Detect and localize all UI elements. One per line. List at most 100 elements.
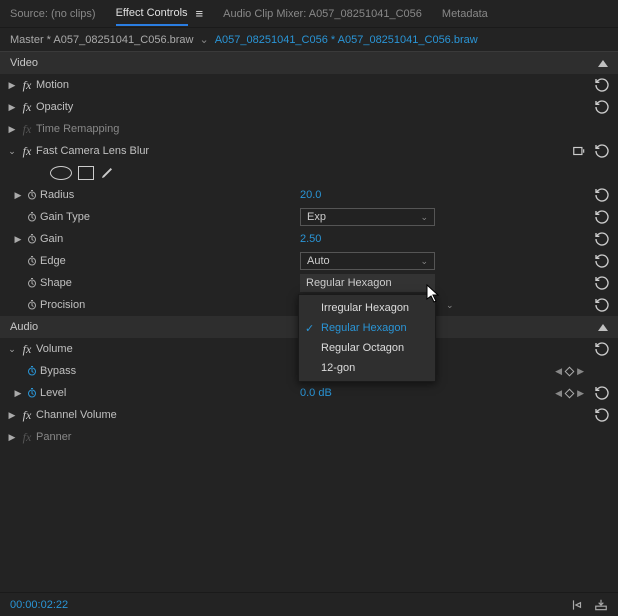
param-value[interactable]: 2.50 [300,233,321,245]
sequence-clip-label[interactable]: A057_08251041_C056 * A057_08251041_C056.… [215,34,478,46]
reset-button[interactable] [594,140,610,162]
reset-button[interactable] [594,74,610,96]
effect-fclb-row[interactable]: ⌄ fx Fast Camera Lens Blur [0,140,618,162]
effect-opacity-row[interactable]: ▶ fx Opacity [0,96,618,118]
expand-caret[interactable]: ▶ [6,431,18,443]
pin-icon[interactable] [572,144,586,158]
param-label: Level [40,387,66,399]
reset-button[interactable] [594,228,610,250]
next-keyframe-icon[interactable]: ▶ [577,366,584,377]
stopwatch-active-icon[interactable] [24,385,40,401]
reset-button[interactable] [594,250,610,272]
param-radius-row[interactable]: ▶ Radius 20.0 [0,184,618,206]
next-keyframe-icon[interactable]: ▶ [577,388,584,399]
master-clip-label[interactable]: Master * A057_08251041_C056.braw [10,34,193,46]
effect-channel-volume-row[interactable]: ▶ fx Channel Volume [0,404,618,426]
expand-caret[interactable]: ▶ [12,189,24,201]
stopwatch-icon[interactable] [24,275,40,291]
param-level-row[interactable]: ▶ Level 0.0 dB ◀ ▶ [0,382,618,404]
param-shape-row[interactable]: Shape Regular Hexagon [0,272,618,294]
fx-badge-off[interactable]: fx [18,430,36,445]
stopwatch-icon[interactable] [24,297,40,313]
collapse-caret[interactable]: ⌄ [6,343,18,355]
tab-effect-controls[interactable]: Effect Controls [116,7,188,26]
effect-label: Opacity [36,101,73,113]
collapse-up-icon[interactable] [598,60,608,67]
menu-item-label: Regular Octagon [321,342,404,354]
param-label: Shape [40,277,72,289]
reset-button[interactable] [594,184,610,206]
prev-keyframe-icon[interactable]: ◀ [555,366,562,377]
menu-item-label: Regular Hexagon [321,322,407,334]
expand-caret[interactable]: ▶ [12,233,24,245]
keyframe-nav[interactable]: ◀ ▶ [555,382,584,404]
menu-item-regular-hexagon[interactable]: ✓ Regular Hexagon [299,318,435,338]
param-gain-type-row[interactable]: Gain Type Exp ⌄ [0,206,618,228]
chevron-down-icon[interactable]: ⌄ [199,33,208,46]
reset-button[interactable] [594,206,610,228]
effect-motion-row[interactable]: ▶ fx Motion [0,74,618,96]
prev-keyframe-icon[interactable]: ◀ [555,388,562,399]
fx-badge-off[interactable]: fx [18,122,36,137]
output-icon[interactable] [594,598,608,612]
chevron-down-icon[interactable]: ⌄ [446,300,454,311]
tab-audio-mixer[interactable]: Audio Clip Mixer: A057_08251041_C056 [223,8,422,20]
dropdown-value: Exp [307,211,326,223]
fx-badge[interactable]: fx [18,78,36,93]
stopwatch-icon[interactable] [24,231,40,247]
fx-badge[interactable]: fx [18,144,36,159]
expand-caret[interactable]: ▶ [6,101,18,113]
expand-caret[interactable]: ▶ [6,123,18,135]
reset-button[interactable] [594,96,610,118]
fx-badge[interactable]: fx [18,408,36,423]
param-label: Procision [40,299,85,311]
shape-dropdown[interactable]: Regular Hexagon [300,274,435,292]
playhead-sync-icon[interactable] [570,598,584,612]
param-label: Gain [40,233,63,245]
effect-label: Channel Volume [36,409,117,421]
param-value[interactable]: 0.0 dB [300,387,332,399]
collapse-caret[interactable]: ⌄ [6,145,18,157]
stopwatch-icon[interactable] [24,187,40,203]
timecode[interactable]: 00:00:02:22 [10,599,68,611]
fx-badge[interactable]: fx [18,342,36,357]
fx-badge[interactable]: fx [18,100,36,115]
tab-source[interactable]: Source: (no clips) [10,8,96,20]
edge-dropdown[interactable]: Auto ⌄ [300,252,435,270]
add-keyframe-icon[interactable] [565,388,575,398]
effect-panner-row[interactable]: ▶ fx Panner [0,426,618,448]
stopwatch-icon[interactable] [24,209,40,225]
param-value[interactable]: 20.0 [300,189,321,201]
param-edge-row[interactable]: Edge Auto ⌄ [0,250,618,272]
pen-mask-tool[interactable] [100,164,116,183]
add-keyframe-icon[interactable] [565,366,575,376]
gain-type-dropdown[interactable]: Exp ⌄ [300,208,435,226]
chevron-down-icon: ⌄ [420,256,428,267]
audio-section-label: Audio [10,321,38,333]
menu-item-irregular-hexagon[interactable]: Irregular Hexagon [299,298,435,318]
expand-caret[interactable]: ▶ [12,387,24,399]
expand-caret[interactable]: ▶ [6,79,18,91]
chevron-down-icon: ⌄ [420,212,428,223]
reset-button[interactable] [594,382,610,404]
menu-item-12-gon[interactable]: 12-gon [299,358,435,378]
ellipse-mask-tool[interactable] [50,166,72,180]
param-label: Gain Type [40,211,90,223]
reset-button[interactable] [594,294,610,316]
expand-caret[interactable]: ▶ [6,409,18,421]
effect-time-remapping-row[interactable]: ▶ fx Time Remapping [0,118,618,140]
checkmark-icon: ✓ [305,322,314,335]
menu-item-regular-octagon[interactable]: Regular Octagon [299,338,435,358]
panel-menu-icon[interactable]: ≡ [196,6,204,21]
stopwatch-icon[interactable] [24,253,40,269]
rectangle-mask-tool[interactable] [78,166,94,180]
tab-metadata[interactable]: Metadata [442,8,488,20]
stopwatch-active-icon[interactable] [24,363,40,379]
reset-button[interactable] [594,338,610,360]
menu-item-label: Irregular Hexagon [321,302,409,314]
param-gain-row[interactable]: ▶ Gain 2.50 [0,228,618,250]
reset-button[interactable] [594,272,610,294]
keyframe-nav[interactable]: ◀ ▶ [555,360,584,382]
reset-button[interactable] [594,404,610,426]
collapse-up-icon[interactable] [598,324,608,331]
